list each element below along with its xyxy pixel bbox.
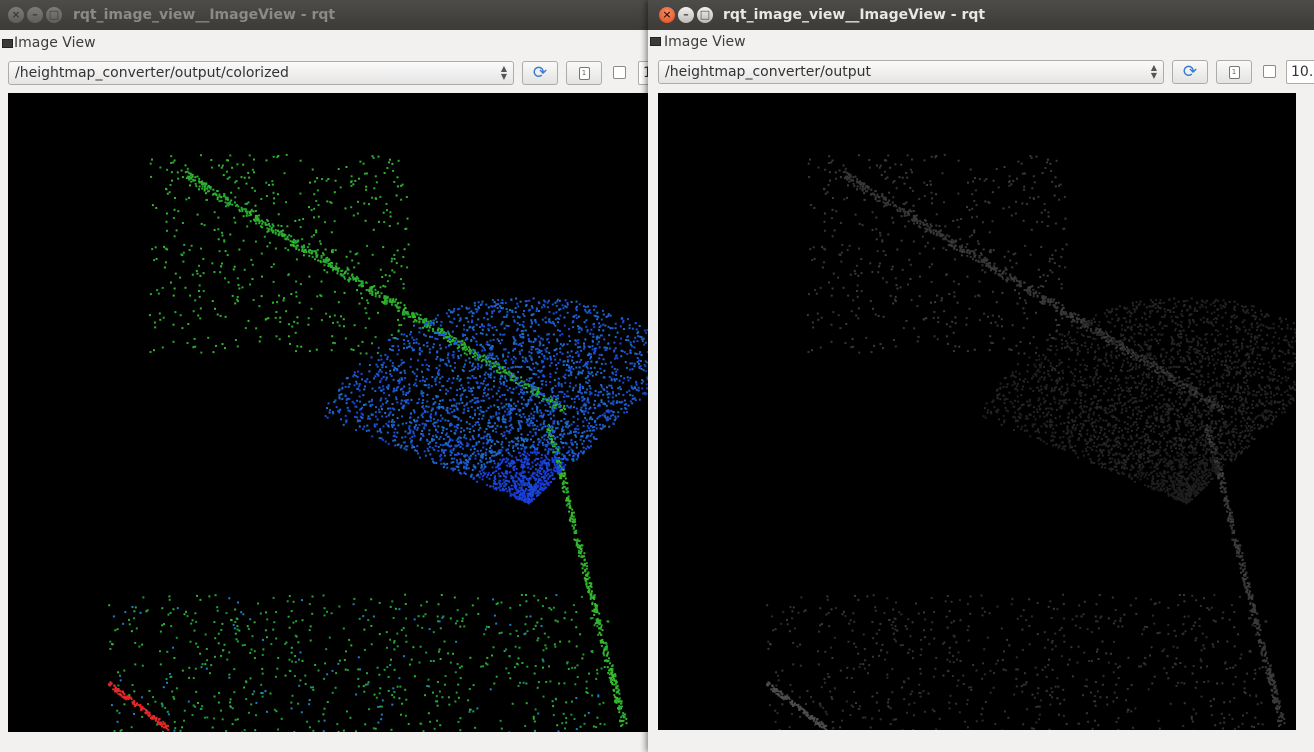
refresh-topics-button[interactable]: ⟳ bbox=[522, 61, 558, 85]
refresh-icon: ⟳ bbox=[1182, 62, 1198, 82]
select-arrows-icon: ▲ ▼ bbox=[1150, 63, 1157, 80]
zoom-checkbox[interactable] bbox=[1263, 65, 1276, 78]
refresh-icon: ⟳ bbox=[532, 63, 548, 83]
fit-zoom-button[interactable]: 1 bbox=[1216, 60, 1252, 84]
plugin-title: Image View bbox=[14, 35, 96, 51]
topic-select-value: /heightmap_converter/output/colorized bbox=[15, 65, 289, 81]
window-title: rqt_image_view__ImageView - rqt bbox=[73, 7, 336, 23]
fit-zoom-button[interactable]: 1 bbox=[566, 61, 602, 85]
topic-select[interactable]: /heightmap_converter/output/colorized ▲ ▼ bbox=[8, 61, 514, 85]
menu-bar: Image View bbox=[0, 30, 648, 56]
toolbar: /heightmap_converter/output/colorized ▲ ▼… bbox=[0, 56, 648, 92]
image-display[interactable] bbox=[8, 93, 648, 732]
fit-zoom-icon: 1 bbox=[1228, 66, 1240, 79]
close-window-icon[interactable]: × bbox=[659, 7, 675, 23]
toolbar: /heightmap_converter/output ▲ ▼ ⟳ 1 10. bbox=[648, 56, 1314, 92]
minimize-window-icon[interactable]: – bbox=[27, 7, 43, 23]
heightmap-image bbox=[766, 153, 1296, 730]
topic-select-value: /heightmap_converter/output bbox=[665, 64, 871, 80]
zoom-value-field[interactable]: 10. bbox=[1286, 60, 1314, 84]
status-bar bbox=[648, 732, 1314, 752]
select-arrows-icon: ▲ ▼ bbox=[500, 64, 507, 81]
image-view-window-left: × – □ rqt_image_view__ImageView - rqt Im… bbox=[0, 0, 648, 752]
plugin-title: Image View bbox=[664, 34, 746, 50]
title-bar[interactable]: × – □ rqt_image_view__ImageView - rqt bbox=[648, 0, 1314, 30]
zoom-value-field[interactable]: 1 bbox=[638, 61, 648, 85]
image-view-window-right: × – □ rqt_image_view__ImageView - rqt Im… bbox=[648, 0, 1314, 752]
maximize-window-icon[interactable]: □ bbox=[697, 7, 713, 23]
maximize-window-icon[interactable]: □ bbox=[46, 7, 62, 23]
zoom-checkbox[interactable] bbox=[613, 66, 626, 79]
title-bar[interactable]: × – □ rqt_image_view__ImageView - rqt bbox=[0, 0, 648, 30]
window-title: rqt_image_view__ImageView - rqt bbox=[723, 7, 986, 23]
plugin-menu-icon[interactable] bbox=[2, 39, 13, 48]
fit-zoom-icon: 1 bbox=[578, 67, 590, 80]
plugin-menu-icon[interactable] bbox=[650, 37, 661, 46]
heightmap-image bbox=[108, 153, 648, 732]
menu-bar: Image View bbox=[648, 30, 1314, 56]
status-bar bbox=[0, 732, 648, 752]
image-display[interactable] bbox=[658, 93, 1296, 730]
topic-select[interactable]: /heightmap_converter/output ▲ ▼ bbox=[658, 60, 1164, 84]
minimize-window-icon[interactable]: – bbox=[678, 7, 694, 23]
refresh-topics-button[interactable]: ⟳ bbox=[1172, 60, 1208, 84]
close-window-icon[interactable]: × bbox=[8, 7, 24, 23]
